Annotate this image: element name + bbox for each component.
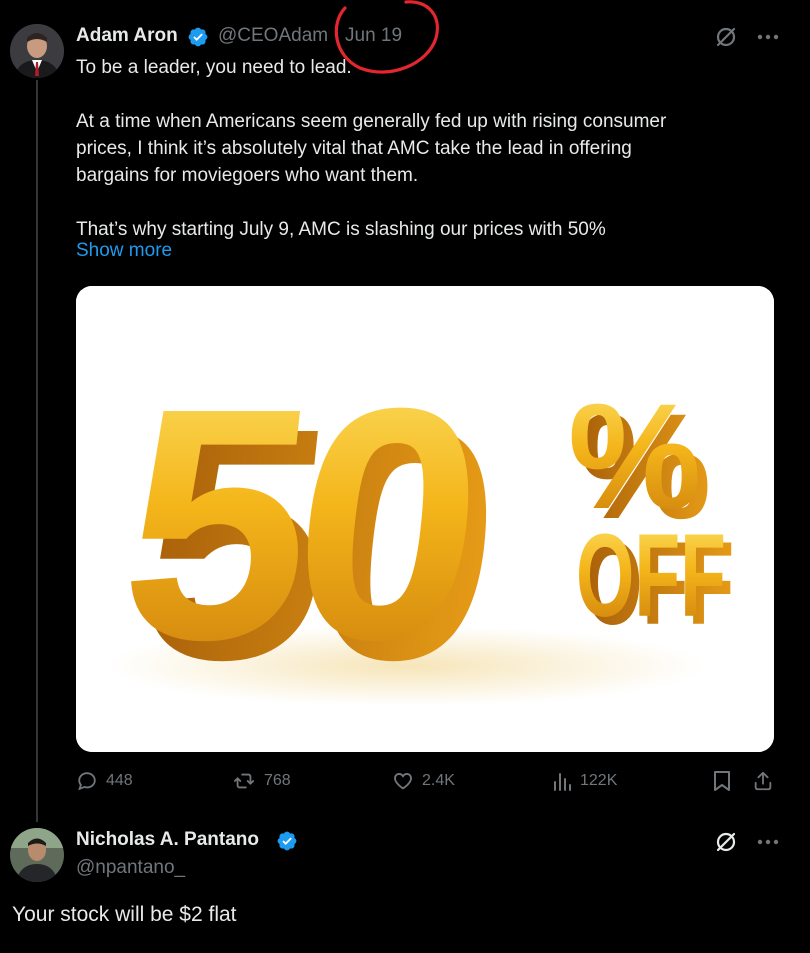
author-handle[interactable]: @CEOAdam · Jun 19 — [218, 25, 402, 47]
thread-line — [36, 80, 38, 822]
reply-author-handle[interactable]: @npantano_ — [76, 857, 185, 879]
reply-count: 448 — [106, 772, 133, 789]
tweet-top-icons — [713, 24, 781, 50]
image-big-text: 50 — [108, 340, 486, 709]
repost-button[interactable]: 768 — [232, 770, 291, 792]
handle-text[interactable]: @CEOAdam — [218, 25, 328, 46]
reply-icon — [78, 772, 96, 791]
repost-count: 768 — [264, 772, 291, 789]
more-icon[interactable] — [755, 24, 781, 50]
verified-badge-icon — [188, 27, 208, 47]
more-icon[interactable] — [755, 829, 781, 855]
separator: · — [333, 25, 340, 46]
bookmark-button[interactable] — [712, 770, 732, 792]
bookmark-icon — [714, 771, 730, 791]
share-icon — [754, 771, 772, 791]
tweet-line: At a time when Americans seem generally … — [76, 111, 667, 132]
verified-badge-icon — [277, 831, 297, 851]
image-off: OFF — [576, 510, 726, 642]
views-button[interactable]: 122K — [552, 770, 617, 792]
repost-icon — [233, 773, 255, 789]
grok-icon[interactable] — [713, 829, 739, 855]
tweet-image[interactable]: 50 50 % % OFF OFF — [76, 286, 774, 752]
reply-text: Your stock will be $2 flat — [12, 903, 237, 926]
show-more-link[interactable]: Show more — [76, 240, 172, 262]
views-icon — [554, 773, 571, 791]
like-icon — [394, 773, 412, 790]
tweet-date[interactable]: Jun 19 — [345, 25, 402, 46]
tweet-actions: 448 768 2.4K 122K — [76, 770, 776, 796]
avatar[interactable] — [10, 24, 64, 78]
tweet-text: To be a leader, you need to lead. At a t… — [76, 54, 766, 243]
tweet-line: prices, I think it’s absolutely vital th… — [76, 138, 632, 159]
like-button[interactable]: 2.4K — [392, 770, 455, 792]
grok-icon[interactable] — [713, 24, 739, 50]
reply-button[interactable]: 448 — [76, 770, 133, 792]
reply-author-name[interactable]: Nicholas A. Pantano — [76, 829, 259, 851]
share-button[interactable] — [752, 770, 774, 792]
reply-avatar[interactable] — [10, 828, 64, 882]
tweet-line: That’s why starting July 9, AMC is slash… — [76, 219, 606, 240]
tweet-line: bargains for moviegoers who want them. — [76, 165, 419, 186]
views-count: 122K — [580, 772, 618, 789]
like-count: 2.4K — [422, 772, 455, 789]
tweet-line: To be a leader, you need to lead. — [76, 57, 352, 78]
author-name[interactable]: Adam Aron — [76, 25, 178, 47]
reply-top-icons — [713, 829, 781, 855]
